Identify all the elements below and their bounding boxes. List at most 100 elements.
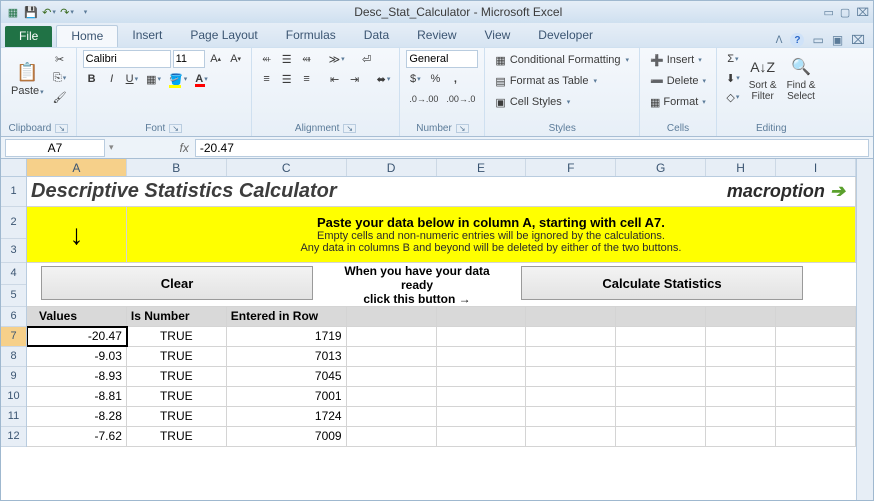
- cell-value[interactable]: -7.62: [27, 427, 127, 446]
- row-header-2[interactable]: 2: [1, 207, 26, 239]
- insert-cells-button[interactable]: ➕Insert▾: [646, 50, 710, 70]
- find-select-button[interactable]: 🔍 Find & Select: [783, 54, 820, 102]
- cell-value[interactable]: -9.03: [27, 347, 127, 366]
- cell-entered-row[interactable]: 7013: [227, 347, 347, 366]
- doc-close-button[interactable]: ⌧: [851, 33, 865, 47]
- tab-developer[interactable]: Developer: [524, 25, 607, 47]
- font-size-select[interactable]: [173, 50, 205, 68]
- doc-minimize-button[interactable]: ▭: [812, 33, 823, 47]
- align-top-button[interactable]: ⬴: [258, 50, 276, 68]
- accounting-format-button[interactable]: $▾: [406, 70, 424, 88]
- decrease-indent-button[interactable]: ⇤: [326, 70, 344, 88]
- align-left-button[interactable]: ≡: [258, 70, 276, 88]
- cell-styles-button[interactable]: ▣Cell Styles▾: [491, 92, 633, 112]
- cell-entered-row[interactable]: 7045: [227, 367, 347, 386]
- formula-bar[interactable]: [195, 139, 869, 157]
- row-header-7[interactable]: 7: [1, 327, 26, 347]
- cell-entered-row[interactable]: 7001: [227, 387, 347, 406]
- tab-review[interactable]: Review: [403, 25, 470, 47]
- format-as-table-button[interactable]: ▤Format as Table▾: [491, 71, 633, 91]
- dialog-launcher-icon[interactable]: ↘: [456, 124, 469, 133]
- col-header-C[interactable]: C: [227, 159, 347, 176]
- paste-button[interactable]: 📋 Paste▾: [7, 59, 48, 97]
- col-header-H[interactable]: H: [706, 159, 776, 176]
- select-all-corner[interactable]: [1, 159, 27, 177]
- row-header-3[interactable]: 3: [1, 239, 26, 263]
- format-painter-button[interactable]: 🖌: [50, 88, 70, 106]
- clear-button[interactable]: ◇▾: [723, 88, 743, 106]
- autosum-button[interactable]: Σ▾: [723, 50, 743, 68]
- grow-font-button[interactable]: A▴: [207, 50, 225, 68]
- bold-button[interactable]: B: [83, 70, 101, 88]
- orientation-button[interactable]: ≫▾: [326, 50, 348, 68]
- cut-button[interactable]: ✂: [50, 50, 70, 68]
- vertical-scrollbar[interactable]: [856, 159, 873, 500]
- cell-isnumber[interactable]: TRUE: [127, 367, 227, 386]
- fx-icon[interactable]: fx: [180, 141, 189, 155]
- row-header-12[interactable]: 12: [1, 427, 26, 447]
- row-header-4[interactable]: 4: [1, 263, 26, 285]
- row-header-5[interactable]: 5: [1, 285, 26, 307]
- increase-indent-button[interactable]: ⇥: [346, 70, 364, 88]
- row-header-8[interactable]: 8: [1, 347, 26, 367]
- align-middle-button[interactable]: ☰: [278, 50, 296, 68]
- dialog-launcher-icon[interactable]: ↘: [343, 124, 356, 133]
- row-header-9[interactable]: 9: [1, 367, 26, 387]
- save-icon[interactable]: 💾: [23, 4, 39, 20]
- border-button[interactable]: ▦▾: [143, 70, 164, 88]
- fill-button[interactable]: ⬇▾: [723, 69, 743, 87]
- wrap-text-button[interactable]: ⏎: [358, 50, 376, 68]
- font-color-button[interactable]: A▾: [192, 70, 210, 88]
- col-header-B[interactable]: B: [127, 159, 227, 176]
- font-name-select[interactable]: [83, 50, 171, 68]
- align-bottom-button[interactable]: ⬵: [298, 50, 316, 68]
- italic-button[interactable]: I: [103, 70, 121, 88]
- decrease-decimal-button[interactable]: .00→.0: [443, 90, 478, 108]
- increase-decimal-button[interactable]: .0→.00: [406, 90, 441, 108]
- calculate-statistics-button[interactable]: Calculate Statistics: [521, 266, 803, 300]
- maximize-button[interactable]: ▢: [840, 6, 850, 19]
- delete-cells-button[interactable]: ➖Delete▾: [646, 71, 710, 91]
- redo-icon[interactable]: ↷▾: [59, 4, 75, 20]
- close-button[interactable]: ⌧: [856, 6, 869, 19]
- doc-restore-button[interactable]: ▣: [832, 33, 843, 47]
- cell-isnumber[interactable]: TRUE: [127, 407, 227, 426]
- format-cells-button[interactable]: ▦Format▾: [646, 92, 710, 112]
- name-box[interactable]: [5, 139, 105, 157]
- conditional-formatting-button[interactable]: ▦Conditional Formatting▾: [491, 50, 633, 70]
- col-header-E[interactable]: E: [437, 159, 527, 176]
- align-right-button[interactable]: ≡: [298, 70, 316, 88]
- dialog-launcher-icon[interactable]: ↘: [169, 124, 182, 133]
- cell-value[interactable]: -20.47: [27, 327, 127, 346]
- clear-button[interactable]: Clear: [41, 266, 313, 300]
- minimize-ribbon-icon[interactable]: ᐱ: [776, 35, 783, 46]
- tab-page-layout[interactable]: Page Layout: [176, 25, 271, 47]
- col-header-A[interactable]: A: [27, 159, 127, 176]
- underline-button[interactable]: U▾: [123, 70, 141, 88]
- cell-isnumber[interactable]: TRUE: [127, 347, 227, 366]
- dialog-launcher-icon[interactable]: ↘: [55, 124, 68, 133]
- tab-view[interactable]: View: [471, 25, 525, 47]
- undo-icon[interactable]: ↶▾: [41, 4, 57, 20]
- minimize-button[interactable]: ▭: [824, 6, 834, 19]
- tab-data[interactable]: Data: [350, 25, 403, 47]
- copy-button[interactable]: ⎘▾: [50, 69, 70, 87]
- row-header-6[interactable]: 6: [1, 307, 26, 327]
- cell-entered-row[interactable]: 1724: [227, 407, 347, 426]
- cell-value[interactable]: -8.28: [27, 407, 127, 426]
- cell-entered-row[interactable]: 7009: [227, 427, 347, 446]
- percent-format-button[interactable]: %: [426, 70, 444, 88]
- comma-format-button[interactable]: ,: [446, 70, 464, 88]
- tab-home[interactable]: Home: [56, 25, 118, 47]
- row-header-10[interactable]: 10: [1, 387, 26, 407]
- cell-isnumber[interactable]: TRUE: [127, 327, 227, 346]
- cell-value[interactable]: -8.81: [27, 387, 127, 406]
- sort-filter-button[interactable]: A↓Z Sort & Filter: [745, 54, 781, 102]
- row-header-1[interactable]: 1: [1, 177, 26, 207]
- cell-value[interactable]: -8.93: [27, 367, 127, 386]
- qat-customize-icon[interactable]: ▾: [77, 4, 93, 20]
- cell-entered-row[interactable]: 1719: [227, 327, 347, 346]
- cell-isnumber[interactable]: TRUE: [127, 427, 227, 446]
- col-header-I[interactable]: I: [776, 159, 856, 176]
- col-header-D[interactable]: D: [347, 159, 437, 176]
